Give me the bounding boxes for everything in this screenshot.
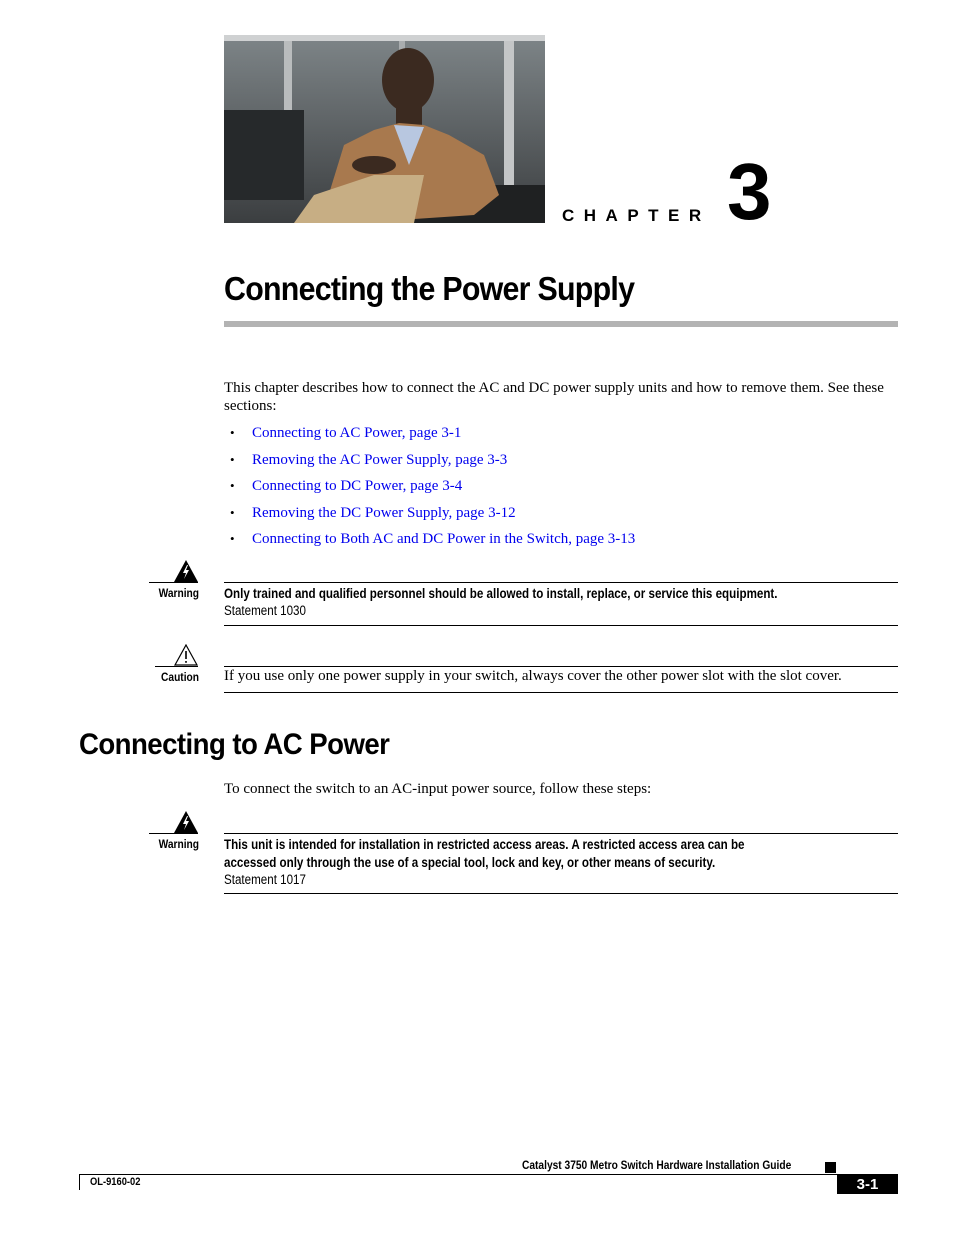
link-connecting-both-ac-dc[interactable]: Connecting to Both AC and DC Power in th… [252, 530, 635, 557]
warning-text-line2: accessed only through the use of a speci… [224, 855, 716, 870]
warning-bottom-rule [224, 625, 898, 626]
caution-label: Caution [161, 670, 199, 684]
person-photo-illustration [224, 35, 545, 223]
caution-bottom-rule [224, 692, 898, 693]
warning-bottom-rule [224, 893, 898, 894]
chapter-label: CHAPTER [562, 206, 711, 225]
warning-top-rule [224, 833, 898, 834]
section-title: Connecting to AC Power [79, 728, 390, 761]
section-intro: To connect the switch to an AC-input pow… [224, 781, 652, 797]
footer-rule [79, 1174, 837, 1175]
list-item: • Removing the AC Power Supply, page 3-3 [230, 451, 635, 478]
warning-label: Warning [158, 837, 199, 851]
warning-text-line1: This unit is intended for installation i… [224, 837, 745, 852]
link-removing-dc-power-supply[interactable]: Removing the DC Power Supply, page 3-12 [252, 504, 516, 531]
warning-statement: Statement 1030 [224, 603, 306, 618]
bullet-icon: • [230, 425, 235, 440]
title-rule [224, 321, 898, 327]
bullet-icon: • [230, 451, 235, 467]
warning-text: Only trained and qualified personnel sho… [224, 586, 778, 601]
footer-doc-number: OL-9160-02 [90, 1176, 141, 1188]
warning-statement: Statement 1017 [224, 872, 306, 887]
footer-marker [825, 1162, 836, 1173]
section-links-list: • Connecting to AC Power, page 3-1 • Remov… [230, 424, 635, 557]
list-item: • Connecting to Both AC and DC Power in t… [230, 530, 635, 557]
footer-guide-title: Catalyst 3750 Metro Switch Hardware Inst… [522, 1158, 792, 1172]
bullet-icon: • [230, 504, 235, 520]
warning-icon [161, 810, 211, 839]
chapter-number: 3 [727, 147, 772, 236]
list-item: • Removing the DC Power Supply, page 3-12 [230, 504, 635, 531]
list-item: • Connecting to DC Power, page 3-4 [230, 477, 635, 504]
warning-icon [161, 559, 211, 588]
intro-paragraph: This chapter describes how to connect th… [224, 380, 884, 414]
page-number: 3-1 [837, 1174, 898, 1194]
chapter-photo [224, 35, 545, 223]
link-removing-ac-power-supply[interactable]: Removing the AC Power Supply, page 3-3 [252, 451, 507, 478]
warning-label: Warning [158, 586, 199, 600]
caution-icon-rule [155, 666, 198, 667]
bullet-icon: • [230, 531, 235, 546]
warning-icon-rule [149, 833, 198, 834]
link-connecting-dc-power[interactable]: Connecting to DC Power, page 3-4 [252, 477, 462, 504]
footer-vertical-rule [79, 1174, 80, 1190]
bullet-icon: • [230, 478, 235, 493]
caution-top-rule [224, 666, 898, 667]
chapter-title: Connecting the Power Supply [224, 270, 635, 307]
caution-text: If you use only one power supply in your… [224, 668, 842, 684]
link-connecting-ac-power[interactable]: Connecting to AC Power, page 3-1 [252, 424, 461, 451]
warning-top-rule [224, 582, 898, 583]
warning-icon-rule [149, 582, 198, 583]
list-item: • Connecting to AC Power, page 3-1 [230, 424, 635, 451]
